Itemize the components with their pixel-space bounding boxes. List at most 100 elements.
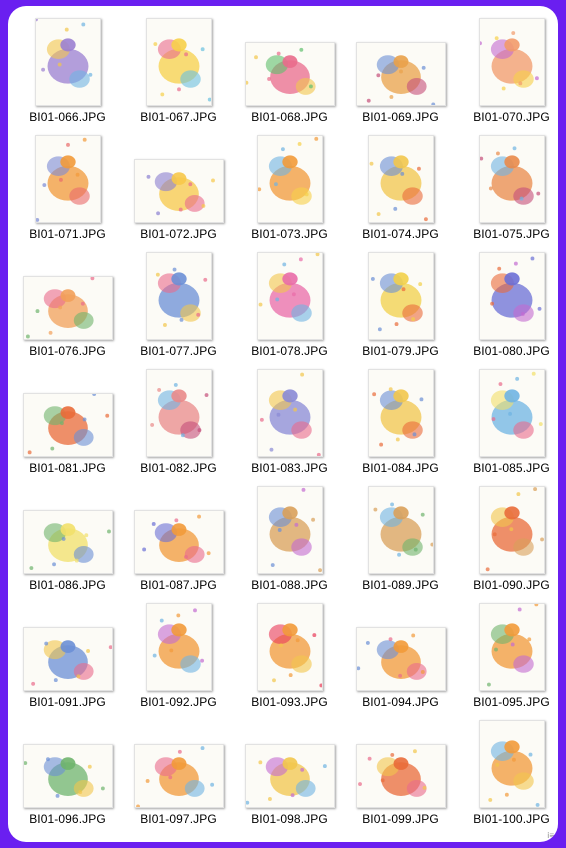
- file-item[interactable]: BI01-072.JPG: [123, 127, 234, 244]
- file-item[interactable]: BI01-070.JPG: [456, 10, 558, 127]
- thumbnail-image[interactable]: [34, 18, 101, 106]
- thumbnail-image[interactable]: [355, 42, 446, 106]
- thumbnail-image[interactable]: [145, 252, 212, 340]
- file-item[interactable]: BI01-083.JPG: [234, 361, 345, 478]
- thumbnail-image[interactable]: [478, 135, 545, 223]
- file-item[interactable]: BI01-077.JPG: [123, 244, 234, 361]
- file-name[interactable]: BI01-087.JPG: [123, 578, 234, 592]
- thumbnail-image[interactable]: [355, 627, 446, 691]
- file-name[interactable]: BI01-084.JPG: [345, 461, 456, 475]
- file-item[interactable]: BI01-088.JPG: [234, 478, 345, 595]
- file-name[interactable]: BI01-068.JPG: [234, 110, 345, 124]
- thumbnail-image[interactable]: [133, 159, 224, 223]
- file-name[interactable]: BI01-085.JPG: [456, 461, 558, 475]
- thumbnail-image[interactable]: [22, 393, 113, 457]
- file-name[interactable]: BI01-080.JPG: [456, 344, 558, 358]
- file-item[interactable]: BI01-078.JPG: [234, 244, 345, 361]
- file-name[interactable]: BI01-092.JPG: [123, 695, 234, 709]
- file-name[interactable]: BI01-067.JPG: [123, 110, 234, 124]
- thumbnail-image[interactable]: [145, 603, 212, 691]
- thumbnail-image[interactable]: [478, 603, 545, 691]
- file-name[interactable]: BI01-091.JPG: [12, 695, 123, 709]
- file-item[interactable]: BI01-079.JPG: [345, 244, 456, 361]
- thumbnail-image[interactable]: [22, 627, 113, 691]
- file-item[interactable]: BI01-082.JPG: [123, 361, 234, 478]
- file-item[interactable]: BI01-073.JPG: [234, 127, 345, 244]
- thumbnail-image[interactable]: [34, 135, 101, 223]
- thumbnail-image[interactable]: [145, 18, 212, 106]
- thumbnail-image[interactable]: [256, 369, 323, 457]
- file-item[interactable]: BI01-087.JPG: [123, 478, 234, 595]
- thumbnail-image[interactable]: [22, 510, 113, 574]
- file-item[interactable]: BI01-081.JPG: [12, 361, 123, 478]
- file-item[interactable]: BI01-099.JPG: [345, 712, 456, 829]
- file-name[interactable]: BI01-095.JPG: [456, 695, 558, 709]
- file-name[interactable]: BI01-066.JPG: [12, 110, 123, 124]
- file-item[interactable]: BI01-093.JPG: [234, 595, 345, 712]
- file-name[interactable]: BI01-078.JPG: [234, 344, 345, 358]
- file-name[interactable]: BI01-093.JPG: [234, 695, 345, 709]
- thumbnail-image[interactable]: [244, 42, 335, 106]
- thumbnail-image[interactable]: [478, 252, 545, 340]
- file-item[interactable]: BI01-090.JPG: [456, 478, 558, 595]
- thumbnail-image[interactable]: [244, 744, 335, 808]
- thumbnail-image[interactable]: [367, 135, 434, 223]
- thumbnail-image[interactable]: [367, 369, 434, 457]
- thumbnail-image[interactable]: [355, 744, 446, 808]
- file-item[interactable]: BI01-074.JPG: [345, 127, 456, 244]
- file-name[interactable]: BI01-072.JPG: [123, 227, 234, 241]
- thumbnail-image[interactable]: [367, 486, 434, 574]
- file-name[interactable]: BI01-083.JPG: [234, 461, 345, 475]
- thumbnail-image[interactable]: [256, 252, 323, 340]
- file-name[interactable]: BI01-069.JPG: [345, 110, 456, 124]
- file-item[interactable]: BI01-097.JPG: [123, 712, 234, 829]
- file-item[interactable]: BI01-066.JPG: [12, 10, 123, 127]
- file-item[interactable]: BI01-080.JPG: [456, 244, 558, 361]
- file-item[interactable]: BI01-092.JPG: [123, 595, 234, 712]
- thumbnail-image[interactable]: [22, 744, 113, 808]
- thumbnail-image[interactable]: [256, 603, 323, 691]
- file-name[interactable]: BI01-073.JPG: [234, 227, 345, 241]
- file-name[interactable]: BI01-098.JPG: [234, 812, 345, 826]
- file-item[interactable]: BI01-091.JPG: [12, 595, 123, 712]
- file-name[interactable]: BI01-081.JPG: [12, 461, 123, 475]
- file-name[interactable]: BI01-094.JPG: [345, 695, 456, 709]
- file-name[interactable]: BI01-082.JPG: [123, 461, 234, 475]
- file-item[interactable]: BI01-096.JPG: [12, 712, 123, 829]
- file-item[interactable]: BI01-075.JPG: [456, 127, 558, 244]
- file-item[interactable]: BI01-098.JPG: [234, 712, 345, 829]
- thumbnail-image[interactable]: [256, 135, 323, 223]
- thumbnail-image[interactable]: [478, 369, 545, 457]
- file-item[interactable]: BI01-085.JPG: [456, 361, 558, 478]
- thumbnail-image[interactable]: [133, 744, 224, 808]
- file-name[interactable]: BI01-071.JPG: [12, 227, 123, 241]
- thumbnail-image[interactable]: [478, 720, 545, 808]
- thumbnail-image[interactable]: [478, 18, 545, 106]
- file-item[interactable]: BI01-068.JPG: [234, 10, 345, 127]
- file-name[interactable]: BI01-088.JPG: [234, 578, 345, 592]
- file-item[interactable]: BI01-069.JPG: [345, 10, 456, 127]
- file-item[interactable]: BI01-095.JPG: [456, 595, 558, 712]
- thumbnail-image[interactable]: [367, 252, 434, 340]
- file-name[interactable]: BI01-089.JPG: [345, 578, 456, 592]
- file-item[interactable]: BI01-071.JPG: [12, 127, 123, 244]
- file-name[interactable]: BI01-096.JPG: [12, 812, 123, 826]
- file-item[interactable]: BI01-076.JPG: [12, 244, 123, 361]
- thumbnail-image[interactable]: [478, 486, 545, 574]
- thumbnail-image[interactable]: [256, 486, 323, 574]
- file-name[interactable]: BI01-074.JPG: [345, 227, 456, 241]
- thumbnail-image[interactable]: [145, 369, 212, 457]
- file-name[interactable]: BI01-079.JPG: [345, 344, 456, 358]
- file-name[interactable]: BI01-097.JPG: [123, 812, 234, 826]
- file-name[interactable]: BI01-099.JPG: [345, 812, 456, 826]
- file-item[interactable]: BI01-094.JPG: [345, 595, 456, 712]
- file-name[interactable]: BI01-090.JPG: [456, 578, 558, 592]
- file-item[interactable]: BI01-067.JPG: [123, 10, 234, 127]
- file-item[interactable]: BI01-084.JPG: [345, 361, 456, 478]
- file-item[interactable]: BI01-100.JPG: [456, 712, 558, 829]
- file-name[interactable]: BI01-077.JPG: [123, 344, 234, 358]
- file-item[interactable]: BI01-089.JPG: [345, 478, 456, 595]
- file-name[interactable]: BI01-075.JPG: [456, 227, 558, 241]
- file-name[interactable]: BI01-076.JPG: [12, 344, 123, 358]
- thumbnail-image[interactable]: [22, 276, 113, 340]
